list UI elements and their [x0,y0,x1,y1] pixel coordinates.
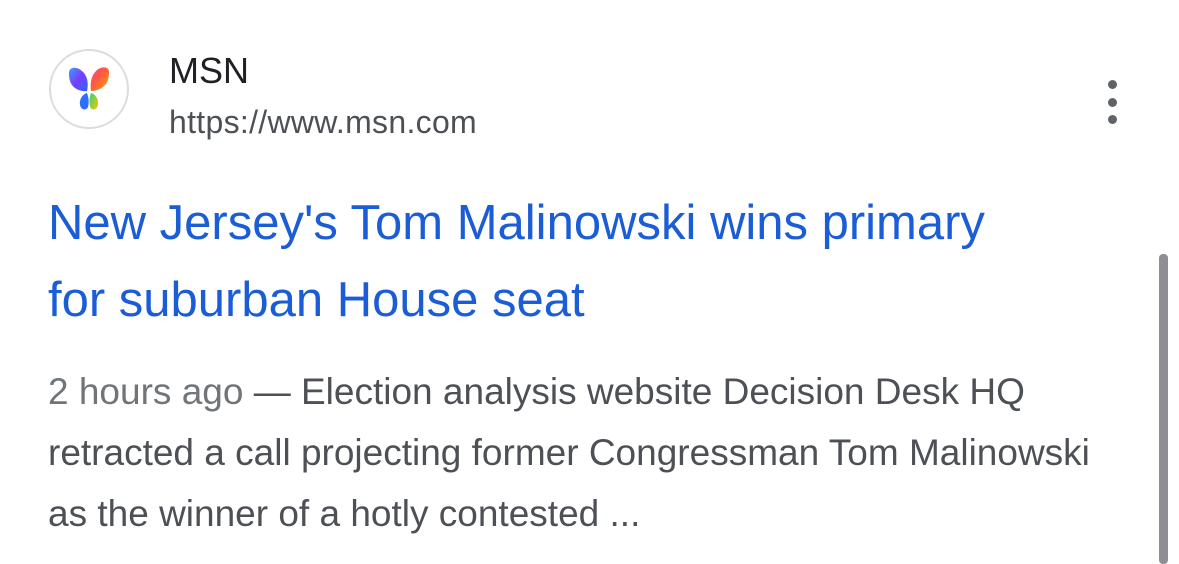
msn-favicon [49,49,129,129]
result-title-link[interactable]: New Jersey's Tom Malinowski wins primary… [48,185,1048,339]
scrollbar[interactable] [1159,254,1168,564]
result-date: 2 hours ago [48,371,244,412]
site-name: MSN [169,50,249,91]
source-text: MSN https://www.msn.com [169,51,477,142]
more-vert-icon-dot [1107,115,1117,124]
site-url: https://www.msn.com [169,104,477,140]
more-vert-icon-dot [1107,97,1117,107]
result-snippet: 2 hours ago — Election analysis website … [48,361,1123,544]
search-result-card: MSN https://www.msn.com New Jersey's Tom… [0,0,1179,564]
more-vert-icon [1107,80,1117,89]
date-separator: — [243,371,301,412]
more-options-button[interactable] [1092,80,1132,124]
msn-butterfly-icon [69,67,109,110]
result-source[interactable]: MSN https://www.msn.com [49,49,477,142]
